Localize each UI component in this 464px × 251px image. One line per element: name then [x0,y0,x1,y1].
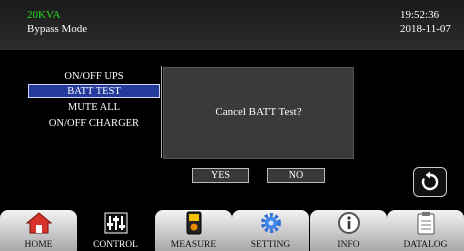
bottom-tab-bar: HOME CONTROL MEASURE SETTING INFO DATALO… [0,206,464,251]
menu-item-batt-test[interactable]: BATT TEST [28,84,160,98]
return-arrow-icon [421,171,439,191]
menu-item-mute-all[interactable]: MUTE ALL [28,101,160,115]
tab-control[interactable]: CONTROL [77,206,154,251]
no-button[interactable]: NO [267,168,325,183]
confirm-dialog: Cancel BATT Test? [163,67,354,159]
menu-item-on-off-charger[interactable]: ON/OFF CHARGER [28,117,160,131]
tab-control-label: CONTROL [93,240,138,250]
clock-date: 2018-11-07 [400,23,451,35]
tab-measure[interactable]: MEASURE [155,206,232,251]
tab-measure-label: MEASURE [170,240,217,250]
info-icon [337,212,360,234]
tab-info-label: INFO [337,240,360,250]
status-header: 20KVA Bypass Mode 19:52:36 2018-11-07 [0,0,464,50]
dialog-message: Cancel BATT Test? [215,106,302,118]
yes-button[interactable]: YES [192,168,249,183]
menu-item-on-off-ups[interactable]: ON/OFF UPS [28,70,160,84]
tab-datalog[interactable]: DATALOG [387,206,464,251]
tab-setting-label: SETTING [250,240,291,250]
sliders-icon [104,212,127,234]
menu-divider [161,66,162,158]
gear-icon [260,213,281,233]
tab-datalog-label: DATALOG [403,240,448,250]
home-icon [25,212,52,234]
tab-info[interactable]: INFO [310,206,387,251]
tab-setting[interactable]: SETTING [232,206,309,251]
clock-time: 19:52:36 [400,9,440,21]
back-button[interactable] [413,167,447,197]
operating-mode-label: Bypass Mode [27,23,88,35]
tab-home-label: HOME [24,240,53,250]
tab-home[interactable]: HOME [0,206,77,251]
clipboard-icon [417,212,434,235]
meter-icon [186,211,201,235]
ups-model-label: 20KVA [27,9,61,21]
